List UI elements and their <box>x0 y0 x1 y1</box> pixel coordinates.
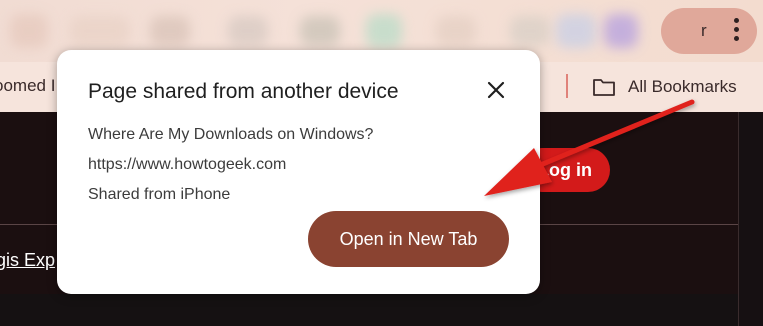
all-bookmarks-label: All Bookmarks <box>628 77 737 96</box>
bookmark-item[interactable]: oomed I <box>0 76 55 96</box>
red-arrow-icon <box>484 99 695 196</box>
blurred-tab-icon <box>228 16 268 46</box>
open-in-new-tab-label: Open in New Tab <box>339 228 478 249</box>
folder-icon <box>593 79 615 96</box>
bookmarks-separator <box>566 74 568 98</box>
blurred-tab-icon <box>436 16 476 46</box>
shared-source: Shared from iPhone <box>88 186 231 203</box>
page-footer-strip <box>0 294 763 326</box>
dialog-title: Page shared from another device <box>88 80 399 103</box>
page-scrollbar[interactable] <box>738 112 763 326</box>
shared-page-dialog: Page shared from another device Where Ar… <box>57 50 540 294</box>
open-in-new-tab-button[interactable]: Open in New Tab <box>308 211 509 267</box>
blurred-tab-icon <box>10 14 48 48</box>
blurred-tab-icon <box>300 16 340 46</box>
page-link[interactable]: gis Exp <box>0 250 55 271</box>
blurred-tab-icon <box>150 16 190 46</box>
blurred-tab-icon <box>70 16 130 46</box>
blurred-tab-icon <box>366 14 402 48</box>
blurred-tab-icon <box>510 16 550 46</box>
profile-label: r <box>701 21 707 40</box>
shared-page-title: Where Are My Downloads on Windows? <box>88 126 374 143</box>
blurred-tab-icon <box>556 14 596 48</box>
blurred-tab-icon <box>604 14 638 48</box>
shared-page-url: https://www.howtogeek.com <box>88 156 287 173</box>
kebab-menu-icon[interactable] <box>725 12 749 48</box>
